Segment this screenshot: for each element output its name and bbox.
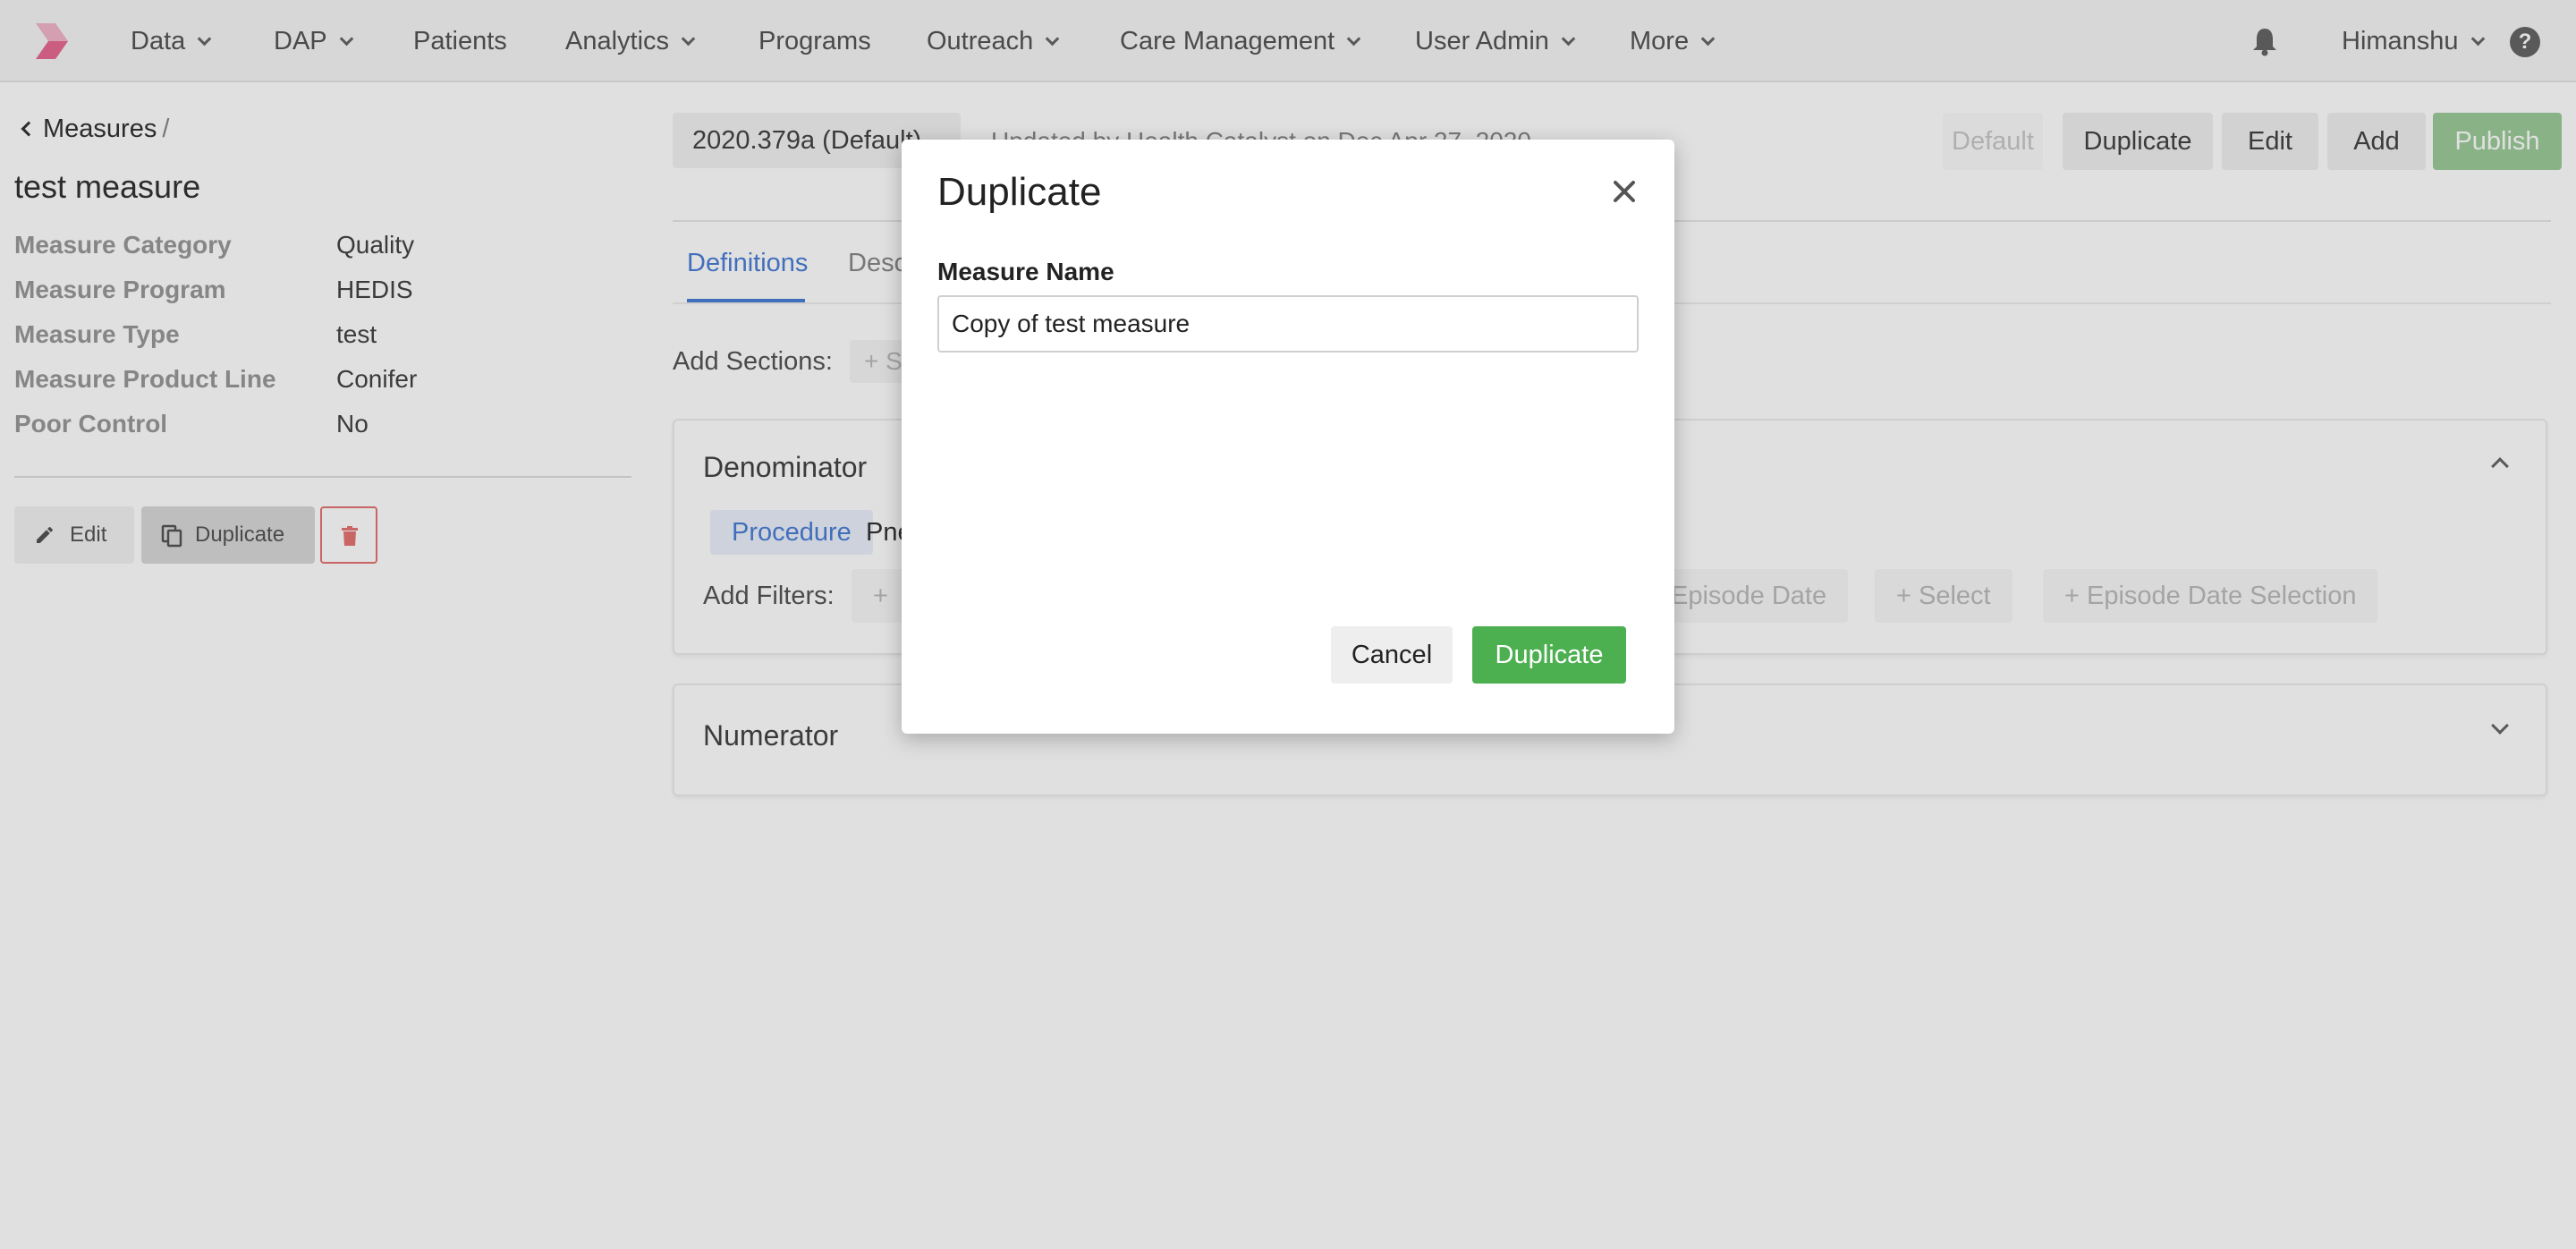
measure-name-input[interactable] bbox=[937, 295, 1639, 353]
confirm-duplicate-button[interactable]: Duplicate bbox=[1472, 626, 1626, 684]
modal-title: Duplicate bbox=[937, 170, 1102, 214]
measure-name-label: Measure Name bbox=[937, 258, 1114, 285]
close-icon[interactable] bbox=[1608, 175, 1640, 208]
duplicate-modal: Duplicate Measure Name Cancel Duplicate bbox=[902, 140, 1674, 734]
cancel-button[interactable]: Cancel bbox=[1331, 626, 1453, 684]
